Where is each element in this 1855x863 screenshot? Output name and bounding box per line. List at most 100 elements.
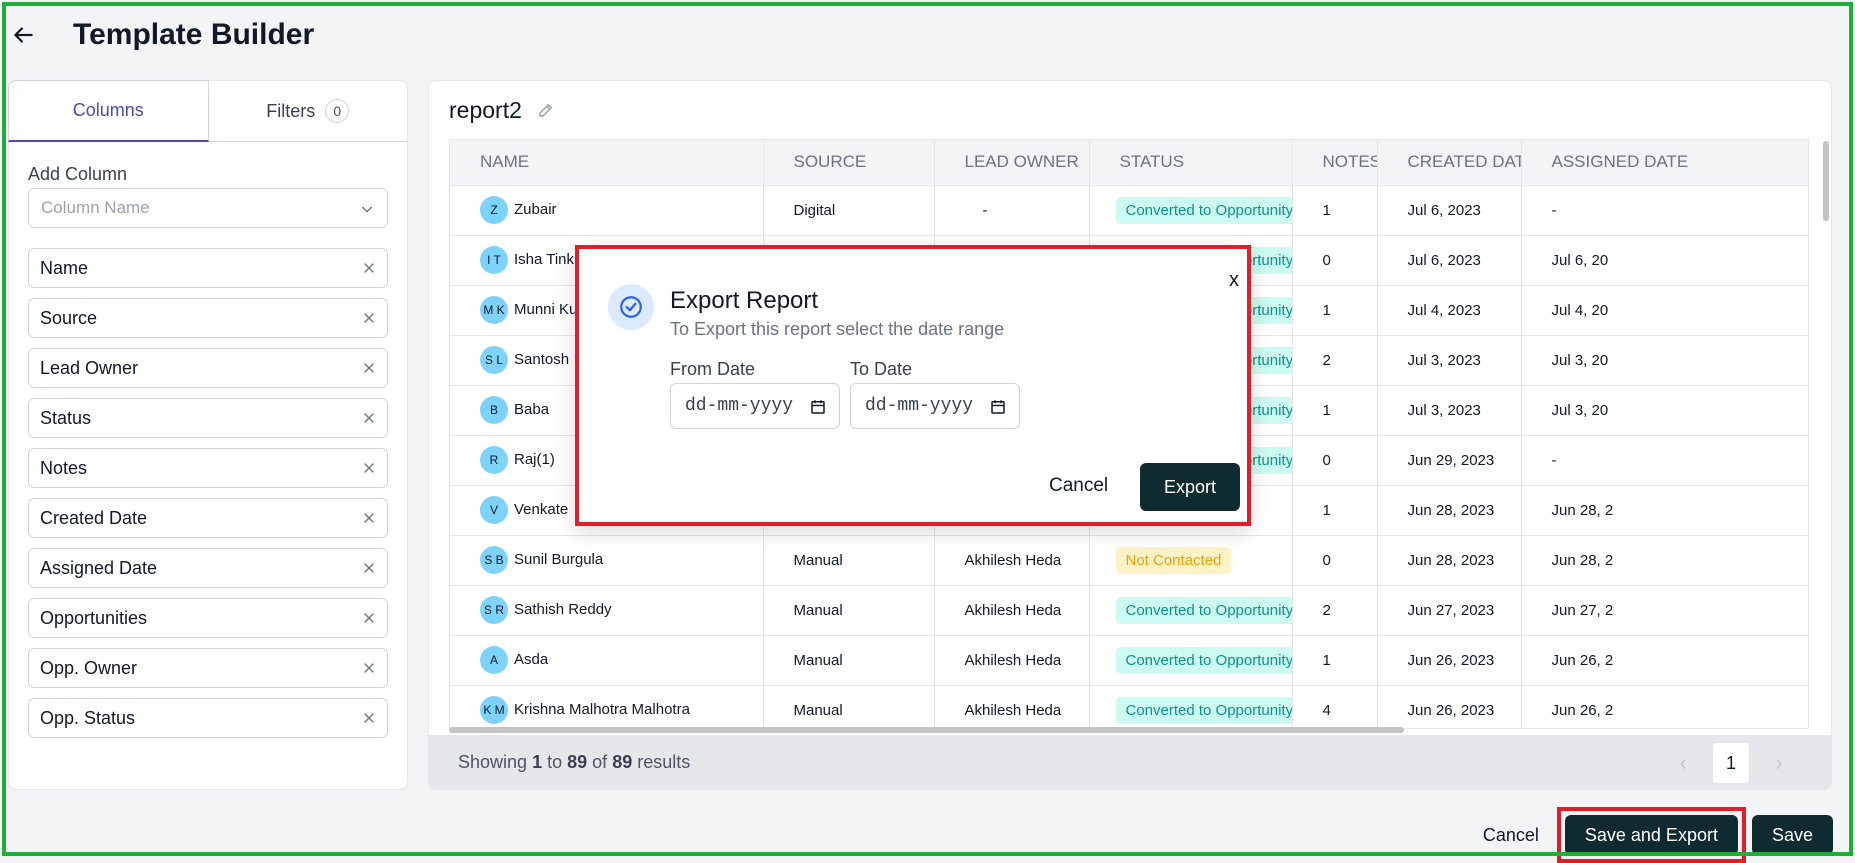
selected-column-item[interactable]: Opportunities bbox=[28, 598, 388, 638]
lead-owner-cell: Akhilesh Heda bbox=[934, 635, 1090, 686]
back-arrow-icon[interactable] bbox=[10, 22, 36, 48]
to-date-placeholder: dd-mm-yyyy bbox=[865, 396, 974, 416]
source-cell: Manual bbox=[763, 635, 935, 686]
remove-column-close-icon[interactable] bbox=[361, 360, 377, 376]
assigned-date-cell: Jul 3, 20 bbox=[1521, 335, 1808, 386]
remove-column-close-icon[interactable] bbox=[361, 610, 377, 626]
column-header[interactable]: CREATED DATE bbox=[1377, 140, 1522, 186]
avatar: K M bbox=[480, 696, 508, 724]
name-cell: S R Sathish Reddy bbox=[450, 585, 764, 636]
selected-column-label: Status bbox=[40, 407, 92, 428]
table-row[interactable]: A Asda Manual Akhilesh Heda Converted to Opp… bbox=[450, 635, 1808, 686]
assigned-date-cell: Jul 3, 20 bbox=[1521, 385, 1808, 436]
source-cell: Manual bbox=[763, 585, 935, 636]
lead-owner-cell: Akhilesh Heda bbox=[934, 685, 1090, 728]
save-and-export-button[interactable]: Save and Export bbox=[1564, 815, 1738, 855]
status-badge: Converted to Opportunity bbox=[1115, 696, 1291, 724]
selected-column-label: Created Date bbox=[40, 507, 148, 528]
selected-column-item[interactable]: Status bbox=[28, 398, 388, 438]
selected-column-item[interactable]: Assigned Date bbox=[28, 548, 388, 588]
notes-cell: 1 bbox=[1292, 385, 1378, 436]
showing-from: 1 bbox=[532, 752, 543, 772]
column-header[interactable]: NAME bbox=[450, 140, 764, 186]
table-row[interactable]: K M Krishna Malhotra Malhotra Manual Akhile… bbox=[450, 685, 1808, 728]
to-date-input[interactable]: dd-mm-yyyy bbox=[850, 383, 1020, 429]
selected-columns-list: Name Source Lead Owner Status Notes Created D… bbox=[28, 248, 388, 748]
next-page-chevron-icon[interactable]: › bbox=[1763, 743, 1795, 783]
lead-owner-cell: - bbox=[934, 185, 1090, 236]
avatar: R bbox=[480, 446, 508, 474]
from-date-input[interactable]: dd-mm-yyyy bbox=[670, 383, 840, 429]
selected-column-label: Notes bbox=[40, 457, 88, 478]
notes-cell: 4 bbox=[1292, 685, 1378, 728]
remove-column-close-icon[interactable] bbox=[361, 560, 377, 576]
remove-column-close-icon[interactable] bbox=[361, 460, 377, 476]
showing-to-word: to bbox=[547, 752, 563, 772]
bottom-actions: Cancel Save and Export Save bbox=[1465, 807, 1833, 863]
avatar: S L bbox=[480, 346, 508, 374]
column-header[interactable]: ASSIGNED DATE bbox=[1521, 140, 1808, 186]
column-name-select[interactable]: Column Name bbox=[28, 188, 388, 228]
name-cell: A Asda bbox=[450, 635, 764, 686]
remove-column-close-icon[interactable] bbox=[361, 510, 377, 526]
avatar: I T bbox=[480, 246, 508, 274]
selected-column-item[interactable]: Lead Owner bbox=[28, 348, 388, 388]
showing-total: 89 bbox=[612, 752, 633, 772]
selected-column-item[interactable]: Opp. Status bbox=[28, 698, 388, 738]
tab-filters[interactable]: Filters 0 bbox=[209, 81, 408, 141]
created-date-cell: Jun 26, 2023 bbox=[1377, 635, 1522, 686]
notes-cell: 1 bbox=[1292, 185, 1378, 236]
horizontal-scrollbar[interactable] bbox=[449, 727, 1404, 733]
remove-column-close-icon[interactable] bbox=[361, 410, 377, 426]
close-modal-button[interactable]: x bbox=[1229, 269, 1239, 292]
to-date-label: To Date bbox=[850, 359, 913, 379]
cancel-button[interactable]: Cancel bbox=[1465, 815, 1557, 855]
table-row[interactable]: S B Sunil Burgula Manual Akhilesh Heda Not C… bbox=[450, 535, 1808, 586]
remove-column-close-icon[interactable] bbox=[361, 660, 377, 676]
assigned-date-cell: Jul 4, 20 bbox=[1521, 285, 1808, 336]
remove-column-close-icon[interactable] bbox=[361, 710, 377, 726]
avatar: A bbox=[480, 646, 508, 674]
selected-column-item[interactable]: Opp. Owner bbox=[28, 648, 388, 688]
notes-cell: 1 bbox=[1292, 485, 1378, 536]
selected-column-item[interactable]: Notes bbox=[28, 448, 388, 488]
save-button[interactable]: Save bbox=[1751, 815, 1833, 855]
tab-columns[interactable]: Columns bbox=[8, 80, 209, 142]
calendar-icon[interactable] bbox=[809, 398, 827, 416]
selected-column-item[interactable]: Created Date bbox=[28, 498, 388, 538]
created-date-cell: Jun 28, 2023 bbox=[1377, 535, 1522, 586]
calendar-icon[interactable] bbox=[989, 398, 1007, 416]
column-header[interactable]: LEAD OWNER bbox=[934, 140, 1090, 186]
lead-name: Krishna Malhotra Malhotra bbox=[514, 700, 690, 718]
selected-column-label: Assigned Date bbox=[40, 557, 158, 578]
save-export-highlight: Save and Export bbox=[1556, 807, 1746, 863]
assigned-date-cell: Jun 27, 2 bbox=[1521, 585, 1808, 636]
tab-filters-label: Filters bbox=[266, 100, 316, 121]
lead-name: Venkate bbox=[514, 500, 569, 518]
remove-column-close-icon[interactable] bbox=[361, 260, 377, 276]
selected-column-item[interactable]: Name bbox=[28, 248, 388, 288]
selected-column-label: Opportunities bbox=[40, 607, 148, 628]
prev-page-chevron-icon[interactable]: ‹ bbox=[1667, 743, 1699, 783]
lead-name: Santosh bbox=[514, 350, 570, 368]
report-name: report2 bbox=[449, 97, 522, 123]
lead-name: Asda bbox=[514, 650, 549, 668]
column-header[interactable]: STATUS bbox=[1089, 140, 1293, 186]
pagination: ‹ 1 › bbox=[1667, 743, 1795, 783]
table-row[interactable]: Z Zubair Digital - Converted to Opportunity 1… bbox=[450, 185, 1808, 236]
column-header[interactable]: SOURCE bbox=[763, 140, 935, 186]
page-number-button[interactable]: 1 bbox=[1713, 743, 1749, 783]
column-header[interactable]: NOTES bbox=[1292, 140, 1378, 186]
selected-column-label: Opp. Owner bbox=[40, 657, 138, 678]
lead-name: Munni Ku bbox=[514, 300, 578, 318]
modal-export-button[interactable]: Export bbox=[1140, 463, 1240, 511]
selected-column-item[interactable]: Source bbox=[28, 298, 388, 338]
avatar: B bbox=[480, 396, 508, 424]
vertical-scrollbar[interactable] bbox=[1823, 141, 1829, 221]
status-badge: Converted to Opportunity bbox=[1115, 596, 1291, 624]
modal-cancel-button[interactable]: Cancel bbox=[1049, 475, 1108, 497]
table-row[interactable]: S R Sathish Reddy Manual Akhilesh Heda Conve… bbox=[450, 585, 1808, 636]
remove-column-close-icon[interactable] bbox=[361, 310, 377, 326]
edit-icon[interactable] bbox=[537, 101, 555, 119]
name-cell: K M Krishna Malhotra Malhotra bbox=[450, 685, 764, 728]
